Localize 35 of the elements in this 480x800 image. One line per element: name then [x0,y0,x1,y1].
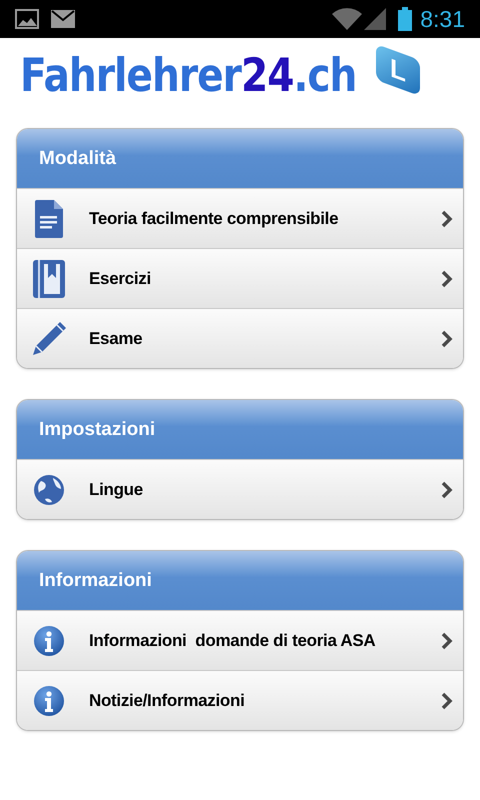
menu-item[interactable]: Teoria facilmente comprensibile [17,188,463,248]
battery-icon [398,7,412,31]
section-title: Informazioni [39,569,152,593]
chevron-right-icon [441,330,453,348]
logo-text: Fahrlehrer24.ch [20,50,356,100]
pencil-icon [30,320,68,358]
menu-item[interactable]: Esercizi [17,248,463,308]
info-icon [33,684,65,716]
chevron-right-icon [441,692,453,710]
menu-item-label: Esame [89,328,144,350]
chevron-right-icon [441,210,453,228]
chevron-right-icon [441,270,453,288]
globe-icon [33,474,65,506]
signal-icon [364,8,386,30]
status-time: 8:31 [420,4,465,34]
info-icon [33,624,65,656]
menu-item-label: Notizie/Informazioni [89,690,246,712]
section-title: Modalità [39,147,116,171]
wifi-icon [332,8,362,30]
menu-item-label: Teoria facilmente comprensibile [89,208,340,230]
menu-item[interactable]: Informazioni domande di teoria ASA [17,610,463,670]
chevron-right-icon [441,632,453,650]
menu-item[interactable]: Lingue [17,459,463,519]
menu-item[interactable]: Notizie/Informazioni [17,670,463,730]
menu-item[interactable]: Esame [17,308,463,368]
bookmark-icon [33,260,65,298]
picture-icon [15,9,39,29]
menu-item-label: Informazioni domande di teoria ASA [89,630,376,652]
logo-badge: L [376,44,420,96]
menu-item-label: Esercizi [89,268,152,290]
chevron-right-icon [441,480,453,498]
section-title: Impostazioni [39,418,156,442]
mail-icon [51,10,75,28]
menu-item-label: Lingue [89,478,144,501]
document-icon [35,200,63,238]
